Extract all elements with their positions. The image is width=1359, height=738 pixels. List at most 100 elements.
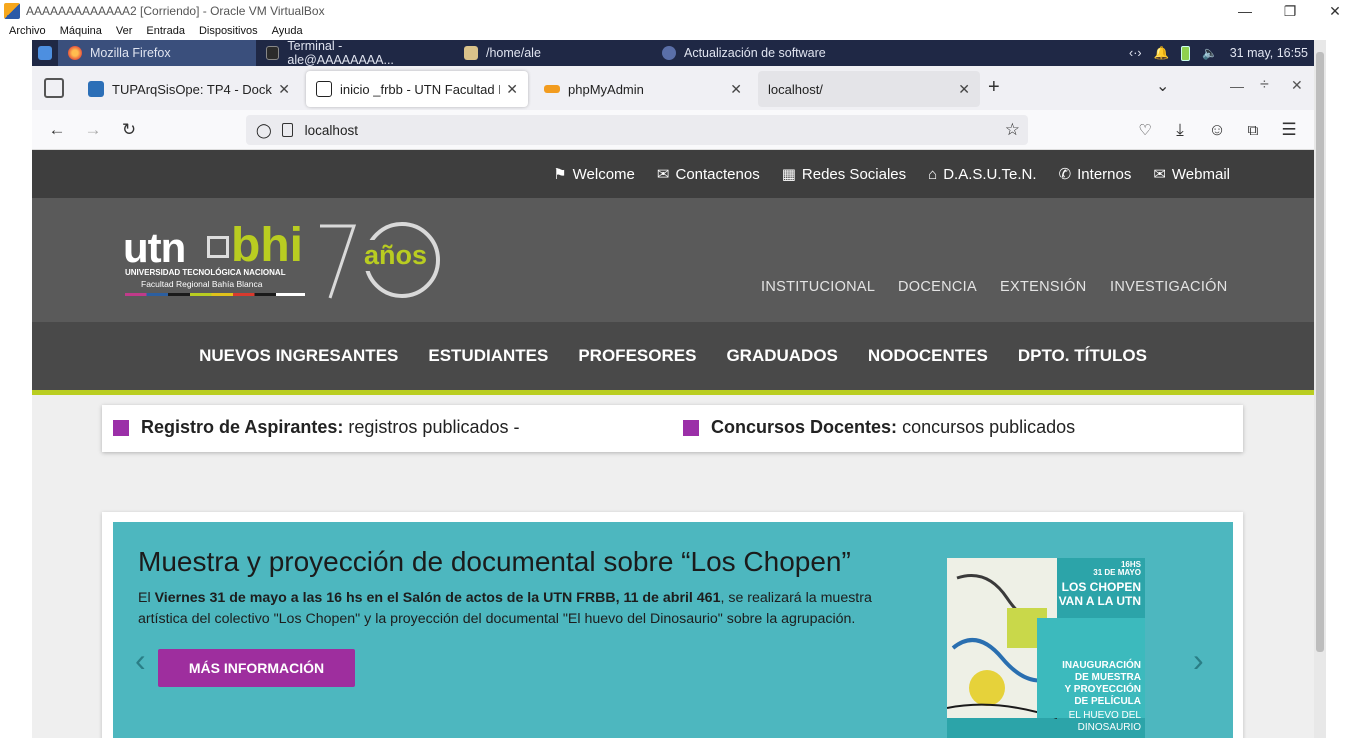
poster-headline-2: VAN A LA UTN (1058, 594, 1141, 608)
tab-tuparq[interactable]: TUPArqSisOpe: TP4 - Docker ✕ (78, 71, 300, 107)
menu-dispositivos[interactable]: Dispositivos (190, 25, 263, 37)
tab-phpmyadmin[interactable]: phpMyAdmin ✕ (534, 71, 752, 107)
bookmark-star-icon[interactable]: ☆ (1005, 120, 1020, 140)
close-tab-icon[interactable]: ✕ (958, 81, 970, 98)
poster-sub-4: DE PELÍCULA (1074, 696, 1141, 707)
link-label: Internos (1077, 165, 1132, 183)
url-bar[interactable]: ◯ localhost ☆ (246, 115, 1028, 145)
task-files[interactable]: /home/ale (454, 40, 652, 66)
account-icon[interactable]: ☺ (1205, 118, 1229, 142)
tab-utn-inicio[interactable]: inicio _frbb - UTN Facultad Re ✕ (306, 71, 528, 107)
link-label: Welcome (572, 165, 635, 183)
reload-icon[interactable]: ↻ (117, 118, 141, 142)
slide-description: El Viernes 31 de mayo a las 16 hs en el … (138, 588, 916, 630)
more-info-button[interactable]: MÁS INFORMACIÓN (158, 649, 355, 687)
tab-label: TUPArqSisOpe: TP4 - Docker (112, 81, 273, 97)
browser-close-icon[interactable]: ✕ (1291, 77, 1303, 94)
tab-overview-icon[interactable] (44, 78, 64, 98)
close-tab-icon[interactable]: ✕ (730, 81, 742, 98)
tab-localhost[interactable]: localhost/ ✕ (758, 71, 980, 107)
nav-nodocentes[interactable]: NODOCENTES (868, 346, 988, 366)
browser-minimize-icon[interactable]: — (1230, 78, 1244, 94)
new-tab-icon[interactable]: + (988, 76, 1000, 99)
close-tab-icon[interactable]: ✕ (278, 81, 290, 98)
close-icon[interactable]: ✕ (1315, 0, 1355, 22)
link-label: Redes Sociales (801, 165, 907, 183)
link-dasuten[interactable]: ⌂ D.A.S.U.Te.N. (928, 166, 1036, 183)
ticker-item-aspirantes[interactable]: Registro de Aspirantes: registros public… (113, 417, 520, 438)
nav-profesores[interactable]: PROFESORES (578, 346, 696, 366)
link-welcome[interactable]: ⚑ Welcome (553, 165, 635, 184)
task-label: Terminal - ale@AAAAAAAA... (287, 39, 394, 67)
shield-icon[interactable]: ◯ (256, 122, 272, 139)
task-software-update[interactable]: Actualización de software (652, 40, 872, 66)
nav-graduados[interactable]: GRADUADOS (726, 346, 837, 366)
tab-list-chevron-icon[interactable]: ⌄ (1156, 76, 1169, 96)
url-text: localhost (304, 122, 358, 138)
phpmyadmin-icon (544, 85, 560, 93)
link-internos[interactable]: ✆ Internos (1059, 165, 1132, 184)
nav-investigacion[interactable]: INVESTIGACIÓN (1110, 279, 1228, 295)
accent-divider (32, 390, 1314, 395)
slide-title: Muestra y proyección de documental sobre… (138, 546, 851, 577)
minimize-icon[interactable]: — (1225, 0, 1265, 22)
menu-ayuda[interactable]: Ayuda (263, 25, 308, 37)
menu-maquina[interactable]: Máquina (51, 25, 107, 37)
vm-left-margin (0, 40, 32, 738)
menu-archivo[interactable]: Archivo (0, 25, 51, 37)
carousel-next-icon[interactable]: › (1193, 642, 1204, 679)
home-icon: ⌂ (928, 165, 938, 183)
nav-estudiantes[interactable]: ESTUDIANTES (428, 346, 548, 366)
back-icon[interactable]: ← (45, 118, 69, 142)
virtualbox-title-bar: AAAAAAAAAAAAA2 [Corriendo] - Oracle VM V… (0, 0, 1359, 22)
ticker-item-concursos[interactable]: Concursos Docentes: concursos publicados (683, 417, 1075, 438)
nav-docencia[interactable]: DOCENCIA (898, 279, 977, 295)
maximize-icon[interactable]: ❐ (1270, 0, 1310, 22)
task-terminal[interactable]: Terminal - ale@AAAAAAAA... (256, 39, 454, 67)
clock[interactable]: 31 may, 16:55 (1230, 46, 1308, 60)
network-icon[interactable]: ‹·› (1129, 46, 1142, 60)
battery-icon[interactable] (1181, 45, 1191, 61)
link-label: Contactenos (675, 165, 760, 183)
utn-logo[interactable]: utn bhi UNIVERSIDAD TECNOLÓGICA NACIONAL… (123, 219, 453, 304)
notification-bell-icon[interactable]: 🔔 (1154, 46, 1170, 61)
carousel-prev-icon[interactable]: ‹ (135, 642, 146, 679)
slide-text-bold: Viernes 31 de mayo a las 16 hs en el Sal… (154, 590, 721, 606)
update-icon (662, 46, 676, 60)
poster-sub-6: DINOSAURIO (1077, 722, 1141, 733)
slide-text-pre: El (138, 590, 155, 606)
nav-dpto-titulos[interactable]: DPTO. TÍTULOS (1018, 346, 1147, 366)
link-redes-sociales[interactable]: ▦ Redes Sociales (782, 165, 907, 184)
folder-icon (464, 46, 478, 60)
browser-nav-bar: ← → ↻ ◯ localhost ☆ ♡ ⤓ ☺ ⧉ ☰ (32, 110, 1314, 150)
page-icon (281, 123, 293, 137)
app-menu-icon[interactable]: ☰ (1277, 118, 1301, 142)
link-contactenos[interactable]: ✉ Contactenos (657, 165, 760, 184)
menu-ver[interactable]: Ver (107, 25, 138, 37)
window-title: AAAAAAAAAAAAA2 [Corriendo] - Oracle VM V… (26, 4, 325, 18)
logo-bhi-text: bhi (231, 219, 303, 272)
ticker-heading: Registro de Aspirantes: (141, 417, 344, 437)
volume-icon[interactable]: 🔈 (1202, 46, 1218, 61)
task-label: Actualización de software (684, 46, 826, 60)
poster-sub-1: INAUGURACIÓN (1062, 660, 1141, 671)
extensions-icon[interactable]: ⧉ (1241, 118, 1265, 142)
brand-header: utn bhi UNIVERSIDAD TECNOLÓGICA NACIONAL… (32, 198, 1314, 322)
link-webmail[interactable]: ✉ Webmail (1153, 165, 1230, 184)
task-firefox[interactable]: Mozilla Firefox (58, 40, 256, 66)
forward-icon[interactable]: → (81, 118, 105, 142)
browser-restore-icon[interactable]: ÷ (1260, 76, 1269, 94)
poster-date: 31 DE MAYO (1093, 568, 1141, 577)
utility-links-bar: ⚑ Welcome ✉ Contactenos ▦ Redes Sociales ⌂ D… (32, 150, 1314, 198)
nav-nuevos-ingresantes[interactable]: NUEVOS INGRESANTES (199, 346, 398, 366)
nav-institucional[interactable]: INSTITUCIONAL (761, 279, 875, 295)
downloads-icon[interactable]: ⤓ (1168, 118, 1192, 142)
vm-scrollbar-thumb[interactable] (1316, 52, 1324, 652)
menu-entrada[interactable]: Entrada (137, 25, 190, 37)
nav-extension[interactable]: EXTENSIÓN (1000, 279, 1087, 295)
pocket-icon[interactable]: ♡ (1133, 118, 1157, 142)
close-tab-icon[interactable]: ✕ (506, 81, 518, 98)
whisker-menu-button[interactable] (32, 40, 58, 66)
tab-label: phpMyAdmin (568, 81, 644, 97)
mail-icon: ✉ (1153, 166, 1166, 183)
